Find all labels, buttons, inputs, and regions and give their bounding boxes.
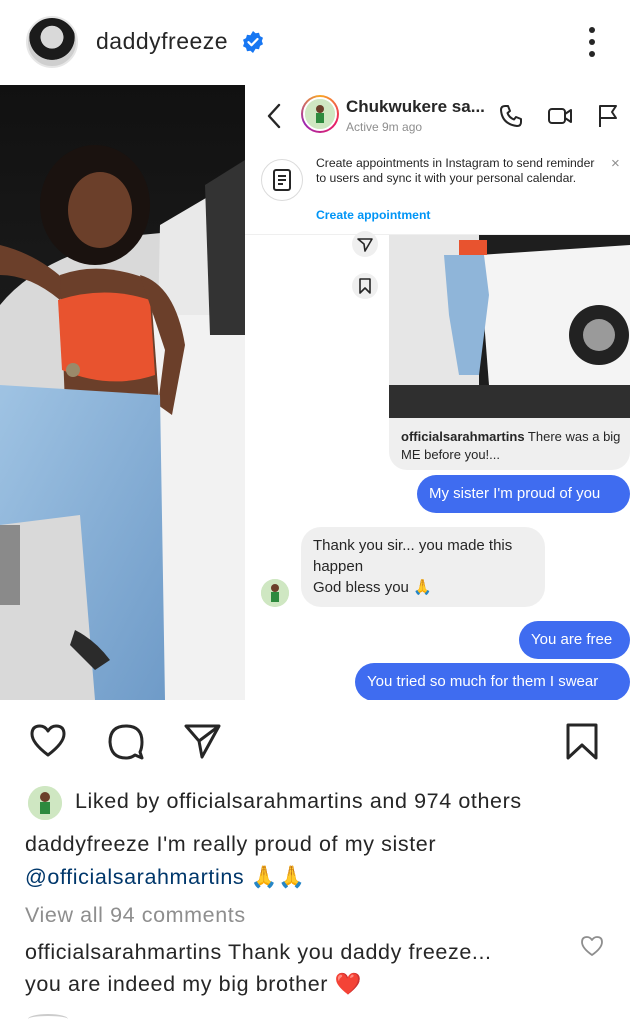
message-bubble-out: You tried so much for them I swear: [355, 663, 630, 700]
share-icon[interactable]: [352, 231, 378, 257]
top-comment-text-1: Thank you daddy freeze...: [221, 940, 492, 964]
comment-like-heart-icon[interactable]: [580, 934, 604, 958]
heart-emoji: ❤️: [328, 972, 362, 996]
post-photo: [0, 85, 245, 700]
dm-screenshot: Chukwukere sa... Active 9m ago Create ap…: [245, 85, 630, 700]
shared-post-card[interactable]: officialsarahmartins There was a big ME …: [389, 235, 630, 470]
more-options-icon[interactable]: [580, 22, 604, 62]
banner-message: Create appointments in Instagram to send…: [316, 156, 595, 185]
dm-header: Chukwukere sa... Active 9m ago: [245, 85, 630, 145]
caption-emoji: 🙏🙏: [244, 865, 306, 889]
dm-contact-avatar[interactable]: [301, 95, 339, 133]
create-appointment-link[interactable]: Create appointment: [316, 208, 430, 222]
dm-contact-name[interactable]: Chukwukere sa...: [346, 97, 485, 117]
phone-icon[interactable]: [498, 103, 524, 129]
post-username[interactable]: daddyfreeze: [96, 28, 228, 55]
likes-suffix: and 974 others: [363, 789, 522, 813]
caption-line-1: daddyfreeze I'm really proud of my siste…: [25, 832, 436, 857]
message-bubble-in: Thank you sir... you made this happen Go…: [301, 527, 545, 607]
caption-mention[interactable]: @officialsarahmartins: [25, 865, 244, 889]
post-header: daddyfreeze: [0, 0, 630, 85]
shared-post-photo: [389, 235, 630, 418]
top-comment-line-1: officialsarahmartins Thank you daddy fre…: [25, 940, 492, 965]
video-call-icon[interactable]: [547, 103, 573, 129]
flag-icon[interactable]: [595, 103, 621, 129]
message-bubble-out: My sister I'm proud of you: [417, 475, 630, 513]
appointment-banner: Create appointments in Instagram to send…: [245, 145, 630, 235]
liked-by-avatar[interactable]: [28, 786, 62, 820]
dm-active-status: Active 9m ago: [346, 120, 423, 134]
save-bookmark-icon[interactable]: [562, 721, 602, 761]
top-comment-text-2: you are indeed my big brother: [25, 972, 329, 996]
comment-icon[interactable]: [106, 721, 146, 761]
verified-badge-icon: [243, 31, 263, 53]
post-action-bar: [0, 703, 630, 778]
profile-avatar[interactable]: [26, 16, 78, 68]
banner-close-button[interactable]: ×: [611, 155, 620, 172]
like-heart-icon[interactable]: [28, 721, 68, 761]
save-icon[interactable]: [352, 273, 378, 299]
next-avatar-stub: [28, 1014, 68, 1020]
message-bubble-out: You are free: [519, 621, 630, 659]
likes-prefix: Liked by: [75, 789, 167, 813]
top-comment-line-2: you are indeed my big brother ❤️: [25, 972, 362, 997]
view-all-comments-link[interactable]: View all 94 comments: [25, 903, 246, 928]
likes-summary[interactable]: Liked by officialsarahmartins and 974 ot…: [75, 789, 522, 814]
caption-text: I'm really proud of my sister: [149, 832, 437, 856]
caption-user[interactable]: daddyfreeze: [25, 832, 150, 856]
likes-user[interactable]: officialsarahmartins: [166, 789, 363, 813]
post-media[interactable]: Chukwukere sa... Active 9m ago Create ap…: [0, 85, 630, 703]
caption-line-2: @officialsarahmartins 🙏🙏: [25, 865, 306, 890]
sender-avatar: [261, 579, 289, 607]
shared-post-caption: officialsarahmartins There was a big ME …: [401, 428, 626, 464]
shared-caption-user[interactable]: officialsarahmartins: [401, 429, 525, 444]
receipt-icon: [261, 159, 303, 201]
share-post-icon[interactable]: [182, 721, 222, 761]
top-comment-user[interactable]: officialsarahmartins: [25, 940, 222, 964]
woman-car-photo: [0, 85, 245, 700]
back-arrow-icon[interactable]: [263, 101, 285, 131]
